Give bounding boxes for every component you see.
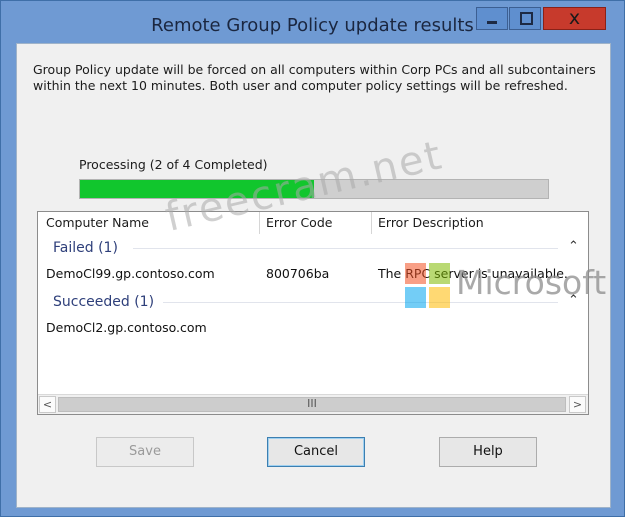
group-header-succeeded[interactable]: Succeeded (1) <box>53 293 154 311</box>
help-button[interactable]: Help <box>439 437 537 467</box>
cell-computer-name[interactable]: DemoCl2.gp.contoso.com <box>46 319 207 337</box>
scroll-right-icon[interactable]: > <box>569 396 586 413</box>
cell-error-code[interactable]: 800706ba <box>266 265 329 283</box>
chevron-up-icon[interactable]: ⌃ <box>568 239 579 254</box>
scrollbar-grip-icon: III <box>307 397 317 410</box>
column-divider[interactable] <box>371 212 372 234</box>
maximize-button[interactable] <box>509 7 541 30</box>
scrollbar-thumb[interactable]: III <box>58 397 566 412</box>
dialog-window: Remote Group Policy update results x Gro… <box>0 0 625 517</box>
close-icon: x <box>568 7 581 29</box>
title-bar[interactable]: Remote Group Policy update results x <box>1 1 624 37</box>
close-button[interactable]: x <box>543 7 606 30</box>
group-header-failed[interactable]: Failed (1) <box>53 239 118 257</box>
maximize-icon <box>520 12 533 25</box>
scroll-left-icon[interactable]: < <box>39 396 56 413</box>
group-divider <box>133 248 558 249</box>
save-button[interactable]: Save <box>96 437 194 467</box>
description-text: Group Policy update will be forced on al… <box>33 62 596 93</box>
group-divider <box>163 302 558 303</box>
brand-text: Microsoft <box>456 263 607 302</box>
column-header-error-description[interactable]: Error Description <box>378 212 484 234</box>
cancel-button[interactable]: Cancel <box>267 437 365 467</box>
minimize-icon <box>487 21 497 24</box>
horizontal-scrollbar[interactable]: < III > <box>38 394 588 414</box>
minimize-button[interactable] <box>476 7 508 30</box>
results-list[interactable]: Computer Name Error Code Error Descripti… <box>37 211 589 415</box>
column-header-computer-name[interactable]: Computer Name <box>46 212 149 234</box>
cell-computer-name[interactable]: DemoCl99.gp.contoso.com <box>46 265 215 283</box>
microsoft-logo-icon <box>405 263 451 309</box>
progress-label: Processing (2 of 4 Completed) <box>79 157 268 172</box>
